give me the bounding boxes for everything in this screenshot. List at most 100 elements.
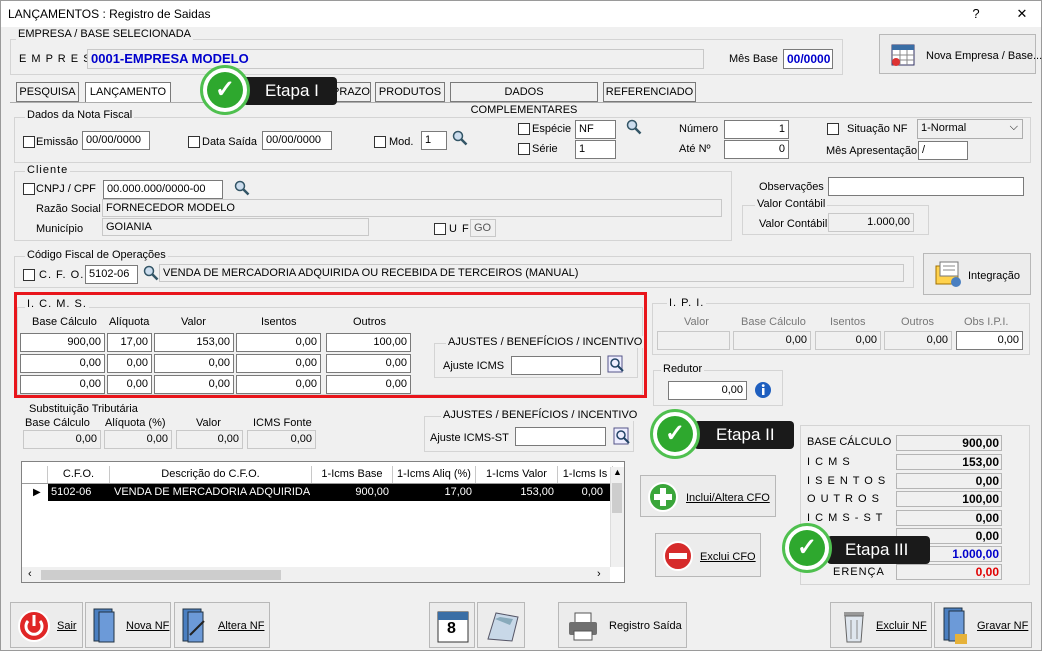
search-icon[interactable] — [626, 119, 642, 135]
grid-cell-descricao: VENDA DE MERCADORIA ADQUIRIDA OU — [114, 486, 310, 498]
inclui-cfo-label: Inclui/Altera CFO — [686, 492, 770, 504]
serie-field[interactable]: 1 — [575, 140, 616, 159]
grid-cell-icms-aliq: 17,00 — [444, 486, 472, 498]
search-icon[interactable] — [143, 265, 159, 281]
integracao-button[interactable]: Integração — [923, 253, 1031, 295]
callout-etapa-2-label: Etapa II — [716, 425, 775, 444]
check-icon: ✓ — [782, 523, 832, 573]
valor-contabil-label: Valor Contábil — [759, 218, 828, 230]
check-mark: ✓ — [207, 72, 243, 108]
search-icon[interactable] — [613, 427, 631, 445]
gravar-nf-button[interactable]: Gravar NF — [934, 602, 1032, 648]
redutor-field[interactable]: 0,00 — [668, 381, 747, 400]
callout-etapa-3-label: Etapa III — [845, 540, 909, 559]
close-button[interactable]: ✕ — [1009, 4, 1035, 24]
especie-field[interactable]: NF — [575, 120, 616, 139]
excluir-nf-label: Excluir NF — [876, 620, 927, 632]
total-outros-value: 100,00 — [896, 491, 1002, 507]
search-icon[interactable] — [452, 130, 468, 146]
main-window: LANÇAMENTOS : Registro de Saidas ? ✕ EMP… — [0, 0, 1042, 651]
mod-checkbox[interactable] — [374, 136, 386, 148]
sair-button[interactable]: Sair — [10, 602, 83, 648]
grid-header-icms-base[interactable]: 1-Icms Base — [312, 466, 393, 483]
ipi-group-title: I. P. I. — [667, 297, 707, 309]
altera-nf-button[interactable]: Altera NF — [174, 602, 270, 648]
situacao-select[interactable]: 1-Normal ⌵ — [917, 119, 1023, 139]
tab-dados-complementares[interactable]: DADOS COMPLEMENTARES — [450, 82, 598, 116]
numero-field[interactable]: 1 — [724, 120, 789, 139]
emissao-label: Emissão — [36, 136, 79, 148]
callout-etapa-2: Etapa II — [694, 421, 794, 449]
scroll-thumb-h[interactable] — [41, 570, 281, 580]
st-ajustes-title: AJUSTES / BENEFÍCIOS / INCENTIVO — [441, 409, 640, 421]
situacao-checkbox[interactable] — [827, 123, 839, 135]
tab-referenciado[interactable]: REFERENCIADO — [603, 82, 696, 102]
serie-checkbox[interactable] — [518, 143, 530, 155]
data-saida-checkbox[interactable] — [188, 136, 200, 148]
uf-label: U F — [449, 223, 470, 235]
cfo-checkbox[interactable] — [23, 269, 35, 281]
st-header-aliquota: Alíquota (%) — [105, 417, 166, 429]
mes-apresentacao-field[interactable]: / — [918, 141, 968, 160]
mes-apresentacao-label: Mês Apresentação — [826, 145, 918, 157]
sair-label: Sair — [57, 620, 77, 632]
tab-produtos[interactable]: PRODUTOS — [375, 82, 445, 102]
cfo-code-field[interactable]: 5102-06 — [85, 265, 138, 284]
especie-checkbox[interactable] — [518, 123, 530, 135]
grid-header-cfo[interactable]: C.F.O. — [48, 466, 110, 483]
ajuste-icms-st-label: Ajuste ICMS-ST — [430, 432, 509, 444]
tab-lancamento[interactable]: LANÇAMENTO — [85, 82, 171, 102]
inclui-cfo-button[interactable]: Inclui/Altera CFO — [640, 475, 776, 517]
callout-etapa-1-label: Etapa I — [265, 81, 319, 100]
uf-checkbox[interactable] — [434, 223, 446, 235]
grid-header-descricao[interactable]: Descrição do C.F.O. — [110, 466, 312, 483]
scroll-up-icon[interactable]: ▲ — [613, 467, 622, 477]
grid-header-icms-valor[interactable]: 1-Icms Valor — [476, 466, 558, 483]
info-icon[interactable] — [754, 381, 772, 399]
grid-header-icms-isentos[interactable]: 1-Icms Is — [558, 466, 613, 483]
mes-base-field[interactable]: 00/0000 — [783, 49, 833, 69]
data-saida-field[interactable]: 00/00/0000 — [262, 131, 332, 150]
cfo-label: C. F. O. — [39, 269, 85, 281]
edit-document-icon — [182, 608, 205, 643]
ipi-outros-field: 0,00 — [884, 331, 952, 350]
cnpj-checkbox[interactable] — [23, 183, 35, 195]
nova-empresa-button[interactable]: Nova Empresa / Base... — [879, 34, 1042, 74]
integracao-label: Integração — [968, 270, 1020, 282]
emissao-checkbox[interactable] — [23, 136, 35, 148]
row-pointer-icon: ▶ — [33, 487, 41, 498]
calendar-button[interactable]: 8 — [429, 602, 475, 648]
ate-field[interactable]: 0 — [724, 140, 789, 159]
data-saida-label: Data Saída — [202, 136, 258, 148]
window-title: LANÇAMENTOS : Registro de Saidas — [8, 7, 211, 21]
ajuste-icms-st-field[interactable] — [515, 427, 606, 446]
total-base-label: BASE CÁLCULO — [807, 436, 892, 448]
scroll-thumb[interactable] — [612, 483, 622, 513]
help-button[interactable]: ? — [963, 4, 989, 24]
emissao-field[interactable]: 00/00/0000 — [82, 131, 150, 150]
calculator-icon — [487, 612, 519, 642]
excluir-nf-button[interactable]: Excluir NF — [830, 602, 932, 648]
observacoes-field[interactable] — [828, 177, 1024, 196]
nova-nf-button[interactable]: Nova NF — [85, 602, 171, 648]
cnpj-field[interactable]: 00.000.000/0000-00 — [103, 180, 223, 199]
tab-pesquisa[interactable]: PESQUISA — [16, 82, 79, 102]
mod-field[interactable]: 1 — [421, 131, 447, 150]
exclui-cfo-button[interactable]: Exclui CFO — [655, 533, 761, 577]
municipio-field: GOIANIA — [102, 218, 369, 236]
ipi-base-field: 0,00 — [733, 331, 811, 350]
cfo-group-title: Código Fiscal de Operações — [25, 249, 168, 261]
ipi-obs-field[interactable]: 0,00 — [956, 331, 1023, 350]
calculator-button[interactable] — [477, 602, 525, 648]
grid-cell-cfo: 5102-06 — [51, 486, 92, 498]
new-document-icon — [93, 608, 115, 643]
nova-empresa-label: Nova Empresa / Base... — [926, 50, 1042, 62]
scroll-left-icon[interactable]: ‹ — [28, 568, 32, 580]
search-icon[interactable] — [234, 180, 250, 196]
scroll-right-icon[interactable]: › — [597, 568, 601, 580]
ate-label: Até Nº — [679, 143, 711, 155]
observacoes-label: Observações — [759, 181, 824, 193]
vertical-scrollbar[interactable] — [610, 467, 624, 567]
grid-header-icms-aliq[interactable]: 1-Icms Aliq (%) — [393, 466, 476, 483]
registro-saida-button[interactable]: Registro Saída — [558, 602, 687, 648]
